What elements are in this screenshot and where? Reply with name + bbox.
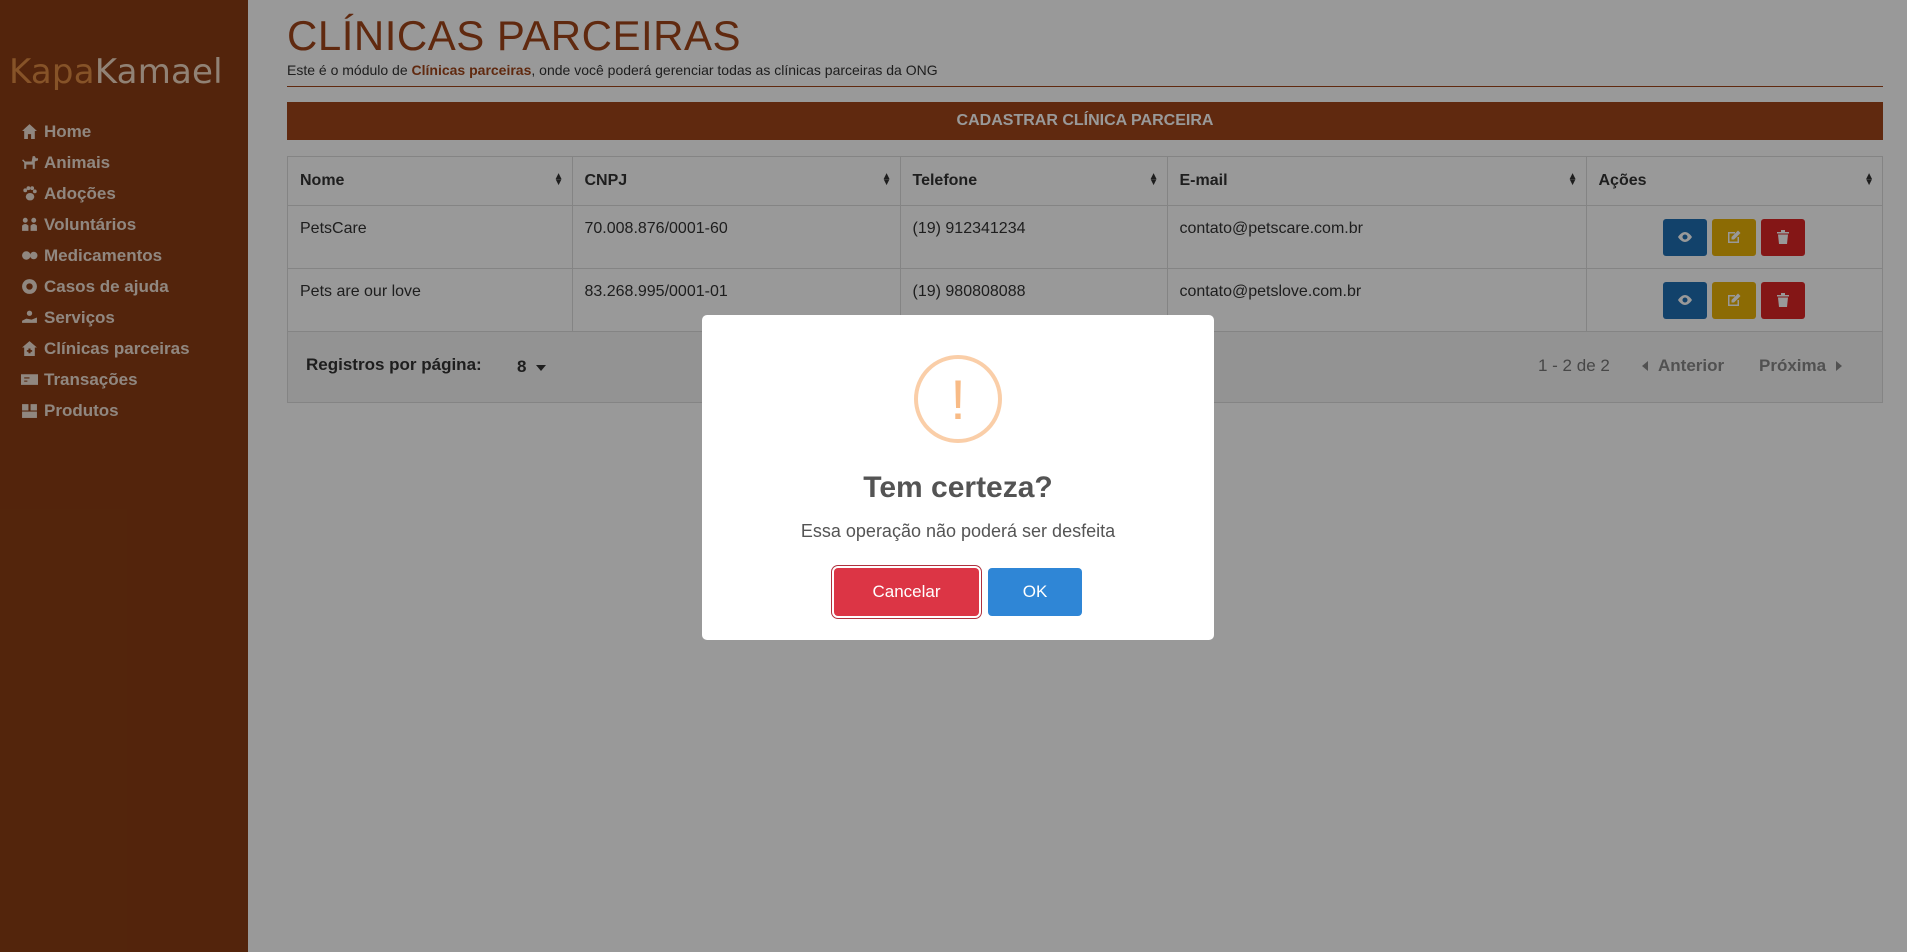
ok-button[interactable]: OK [988, 568, 1082, 616]
warning-glyph: ! [950, 367, 966, 431]
confirm-dialog: ! Tem certeza? Essa operação não poderá … [702, 315, 1214, 640]
dialog-message: Essa operação não poderá ser desfeita [800, 521, 1116, 541]
warning-icon: ! [914, 355, 1002, 443]
dialog-title: Tem certeza? [863, 471, 1053, 504]
cancel-button[interactable]: Cancelar [834, 568, 979, 616]
